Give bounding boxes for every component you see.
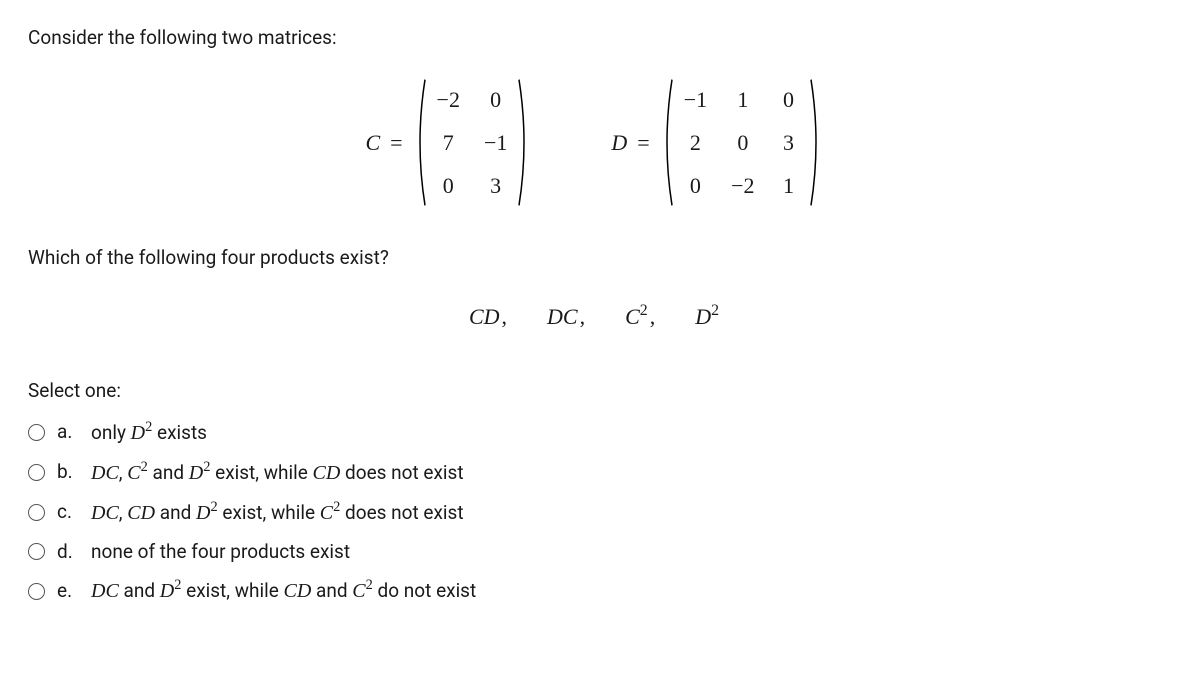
left-paren-icon [660,77,674,208]
matrix-cell: 0 [685,169,705,202]
product-dc: DC, [547,300,585,333]
matrix-cell: 3 [779,126,799,159]
option-text: DC, CD and D2 exist, while C2 does not e… [91,498,464,528]
option-letter: e. [57,577,79,606]
option-a[interactable]: a. only D2 exists [28,418,1160,448]
matrix-c-wrap: −2 0 7 −1 0 3 [413,77,532,208]
matrix-d-body: −1 1 0 2 0 3 0 −2 1 [674,77,809,208]
matrix-cell: −2 [731,169,754,202]
options-list: a. only D2 exists b. DC, C2 and D2 exist… [28,418,1160,607]
matrix-cell: 3 [486,169,506,202]
option-letter: a. [57,418,79,447]
matrix-c-body: −2 0 7 −1 0 3 [427,77,518,208]
option-c[interactable]: c. DC, CD and D2 exist, while C2 does no… [28,498,1160,528]
radio-icon[interactable] [28,583,45,600]
matrix-cell: −1 [484,126,507,159]
option-d[interactable]: d. none of the four products exist [28,538,1160,567]
matrix-d-wrap: −1 1 0 2 0 3 0 −2 1 [660,77,823,208]
option-letter: c. [57,498,79,527]
matrix-d: D = −1 1 0 2 0 3 0 −2 1 [611,77,822,208]
radio-icon[interactable] [28,543,45,560]
option-text: only D2 exists [91,418,207,448]
matrix-cell: 0 [486,83,506,116]
matrix-cell: 1 [733,83,753,116]
option-b[interactable]: b. DC, C2 and D2 exist, while CD does no… [28,458,1160,488]
matrix-cell: −1 [684,83,707,116]
equals-sign: = [390,126,402,159]
left-paren-icon [413,77,427,208]
matrix-cell: 0 [779,83,799,116]
product-cd: CD, [469,300,507,333]
option-letter: d. [57,538,79,567]
equals-sign: = [637,126,649,159]
matrices-display: C = −2 0 7 −1 0 3 D = [28,77,1160,208]
matrix-cell: 1 [779,169,799,202]
product-d2: D2 [695,300,719,333]
matrix-cell: 0 [733,126,753,159]
products-list: CD, DC, C2, D2 [28,300,1160,333]
question-follow: Which of the following four products exi… [28,244,1160,273]
option-text: DC and D2 exist, while CD and C2 do not … [91,576,476,606]
radio-icon[interactable] [28,424,45,441]
radio-icon[interactable] [28,464,45,481]
option-letter: b. [57,458,79,487]
question-intro: Consider the following two matrices: [28,24,1160,53]
option-text: DC, C2 and D2 exist, while CD does not e… [91,458,464,488]
matrix-cell: −2 [437,83,460,116]
select-label: Select one: [28,377,1160,406]
matrix-cell: 0 [438,169,458,202]
option-e[interactable]: e. DC and D2 exist, while CD and C2 do n… [28,576,1160,606]
product-c2: C2, [625,300,655,333]
right-paren-icon [517,77,531,208]
matrix-cell: 7 [438,126,458,159]
right-paren-icon [809,77,823,208]
matrix-c-label: C [365,126,380,159]
radio-icon[interactable] [28,504,45,521]
matrix-d-label: D [611,126,627,159]
option-text: none of the four products exist [91,538,350,567]
matrix-cell: 2 [685,126,705,159]
matrix-c: C = −2 0 7 −1 0 3 [365,77,531,208]
